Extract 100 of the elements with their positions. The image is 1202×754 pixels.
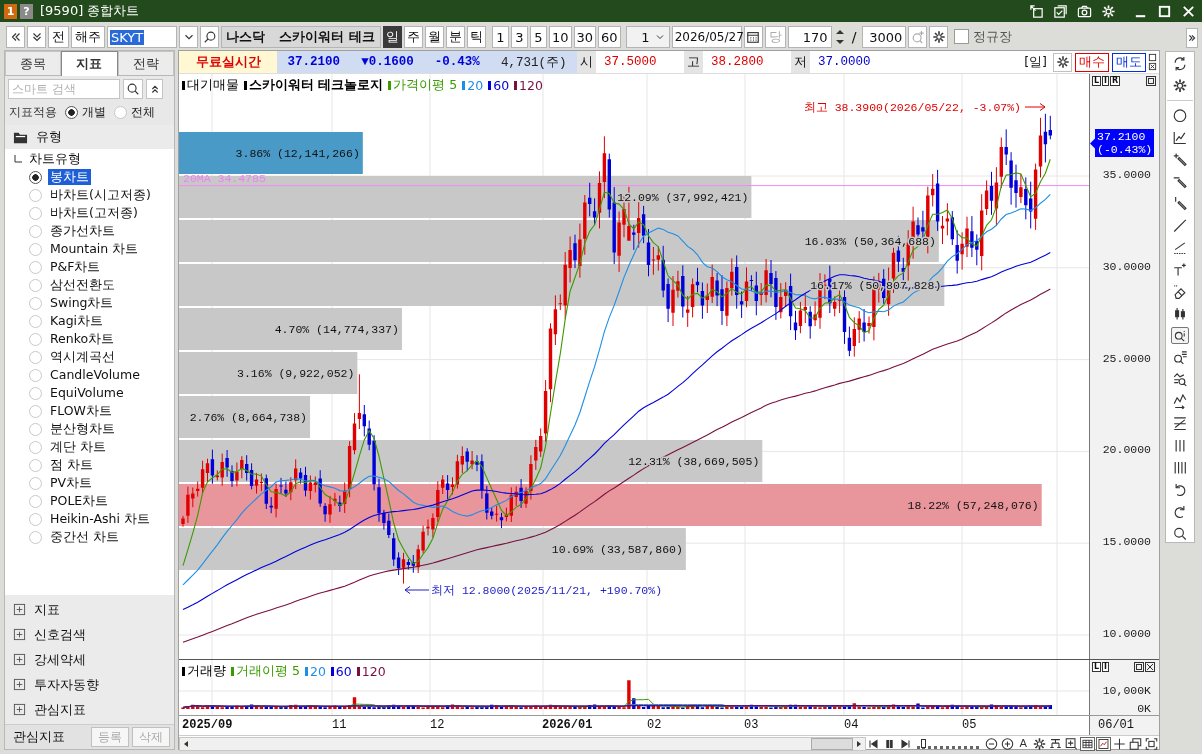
panel-tab[interactable]: 지표 bbox=[61, 51, 118, 76]
settings-button[interactable] bbox=[929, 26, 949, 48]
chart-type-option[interactable]: POLE차트 bbox=[48, 493, 111, 509]
legend-label[interactable]: 60 bbox=[335, 664, 352, 679]
pane-controls-icon[interactable] bbox=[1134, 662, 1156, 672]
interval-button[interactable]: 1 bbox=[492, 26, 509, 48]
collapse-button[interactable] bbox=[146, 79, 163, 99]
section-label[interactable]: 관심지표 bbox=[34, 700, 86, 719]
chart-type-option[interactable]: 바차트(시고저종) bbox=[48, 187, 153, 203]
chart-type-option[interactable]: Kagi차트 bbox=[48, 313, 106, 329]
period-tab[interactable]: 틱 bbox=[467, 26, 486, 48]
zoom-in-icon[interactable] bbox=[999, 736, 1015, 751]
chart-type-option[interactable]: 종가선차트 bbox=[48, 223, 117, 239]
checkbox-label[interactable]: 정규장 bbox=[973, 26, 1013, 48]
back-button[interactable] bbox=[6, 26, 25, 48]
legend-label[interactable]: 가격이평 5 bbox=[393, 77, 458, 94]
legend-label[interactable]: 대기매물 bbox=[187, 77, 239, 94]
legend-label[interactable]: 120 bbox=[519, 78, 543, 93]
expand-icon[interactable] bbox=[13, 628, 26, 641]
group-header[interactable]: 유형 bbox=[5, 125, 174, 149]
section-label[interactable]: 투자자동향 bbox=[34, 675, 99, 694]
maximize-icon[interactable] bbox=[1157, 3, 1172, 19]
chart-type-option[interactable]: 점 차트 bbox=[48, 457, 95, 473]
section-label[interactable]: 신호검색 bbox=[34, 625, 86, 644]
more-button[interactable] bbox=[1186, 28, 1198, 48]
expand-icon[interactable] bbox=[13, 703, 26, 716]
legend-label[interactable]: 거래이평 5 bbox=[236, 663, 300, 680]
search-button[interactable] bbox=[123, 79, 143, 99]
pencil-plus-icon[interactable] bbox=[1171, 150, 1189, 168]
font-button[interactable]: A bbox=[1015, 736, 1031, 751]
legend-label[interactable]: 스카이워터 테크놀로지 bbox=[249, 77, 384, 94]
search-field[interactable]: 스마트 검색 bbox=[8, 79, 120, 99]
period-tab[interactable]: 일 bbox=[383, 26, 402, 48]
table-icon[interactable] bbox=[1079, 736, 1095, 751]
expand-icon[interactable] bbox=[13, 678, 26, 691]
section-label[interactable]: 지표 bbox=[34, 600, 60, 619]
interval-dropdown[interactable]: 1 bbox=[625, 26, 670, 48]
scale-button[interactable]: I bbox=[1102, 76, 1110, 86]
scale-button[interactable]: R bbox=[1110, 76, 1121, 86]
eraser-icon[interactable] bbox=[1171, 282, 1189, 300]
legend-label[interactable]: 120 bbox=[361, 664, 386, 679]
legend-label[interactable]: 20 bbox=[467, 78, 484, 93]
interval-button[interactable]: 10 bbox=[549, 26, 572, 48]
popout-icon[interactable] bbox=[1029, 3, 1044, 19]
period-tab[interactable]: 월 bbox=[425, 26, 444, 48]
panel-tab[interactable]: 전략 bbox=[117, 51, 174, 75]
chart-type-option[interactable]: Heikin-Ashi 차트 bbox=[48, 511, 152, 527]
scrollbar[interactable] bbox=[179, 736, 866, 751]
pane-controls-icon[interactable] bbox=[1148, 53, 1157, 71]
chart-type-option[interactable]: FLOW차트 bbox=[48, 403, 114, 419]
crosshair-icon[interactable] bbox=[1111, 736, 1127, 751]
fullscreen-icon[interactable] bbox=[1143, 736, 1159, 751]
chart-type-option[interactable]: 봉차트 bbox=[48, 169, 91, 185]
pane-menu-icon[interactable] bbox=[1146, 76, 1156, 86]
radio-button[interactable] bbox=[29, 170, 42, 184]
chart-type-option[interactable]: Mountain 차트 bbox=[48, 241, 141, 257]
interval-button[interactable]: 60 bbox=[598, 26, 621, 48]
symbol-field[interactable]: SKYT bbox=[107, 26, 177, 48]
chart-type-option[interactable]: P&F차트 bbox=[48, 259, 103, 275]
chart-type-option[interactable]: Renko차트 bbox=[48, 331, 117, 347]
parallel-lines-icon[interactable] bbox=[1171, 414, 1189, 433]
group-title[interactable]: 유형 bbox=[36, 128, 62, 146]
zoom-chart-icon[interactable] bbox=[1171, 370, 1189, 389]
radio-button[interactable] bbox=[65, 105, 78, 119]
camera-icon[interactable] bbox=[1077, 3, 1092, 19]
period-tab[interactable]: 주 bbox=[404, 26, 423, 48]
sell-button[interactable]: 매도 bbox=[1112, 52, 1146, 72]
chart-arrow-icon[interactable] bbox=[1171, 392, 1189, 411]
chart-type-option[interactable]: CandleVolume bbox=[48, 367, 142, 383]
interval-button[interactable]: 5 bbox=[530, 26, 547, 48]
scale-button[interactable]: L bbox=[1092, 76, 1102, 86]
interval-button[interactable]: 30 bbox=[573, 26, 597, 48]
expand-icon[interactable] bbox=[13, 653, 26, 666]
branch-icon[interactable] bbox=[1047, 736, 1063, 751]
chart-type-option[interactable]: 중간선 차트 bbox=[48, 529, 121, 545]
search-button[interactable] bbox=[200, 26, 219, 48]
period-tab[interactable]: 분 bbox=[446, 26, 465, 48]
windows-icon[interactable] bbox=[1127, 736, 1143, 751]
settings-icon[interactable] bbox=[1171, 77, 1189, 95]
zoom-info-icon[interactable] bbox=[1171, 326, 1189, 345]
checklist-icon[interactable] bbox=[1053, 3, 1068, 19]
radio-label[interactable]: 전체 bbox=[131, 103, 155, 121]
zoom-slider[interactable] bbox=[917, 738, 980, 749]
tree-node-label[interactable]: 차트유형 bbox=[29, 150, 81, 168]
crosshair-box-icon[interactable] bbox=[1063, 736, 1079, 751]
chart-type-option[interactable]: EquiVolume bbox=[48, 385, 126, 401]
dropdown-button[interactable] bbox=[179, 26, 198, 48]
legend-label[interactable]: 거래량 bbox=[187, 663, 226, 680]
total-field[interactable]: 3000 bbox=[862, 26, 907, 48]
circle-icon[interactable] bbox=[1171, 106, 1189, 124]
count-field[interactable]: 170 bbox=[787, 26, 832, 48]
interval-button[interactable]: 3 bbox=[511, 26, 528, 48]
checkbox[interactable] bbox=[954, 29, 970, 44]
section-label[interactable]: 강세약세 bbox=[34, 650, 86, 669]
buy-button[interactable]: 매수 bbox=[1075, 52, 1109, 72]
expand-button[interactable] bbox=[27, 26, 46, 48]
scale-button[interactable]: L bbox=[1092, 662, 1102, 672]
toolbar-button[interactable]: 해주 bbox=[71, 26, 105, 48]
settings-icon[interactable] bbox=[1031, 736, 1047, 751]
chart-type-option[interactable]: 바차트(고저종) bbox=[48, 205, 140, 221]
